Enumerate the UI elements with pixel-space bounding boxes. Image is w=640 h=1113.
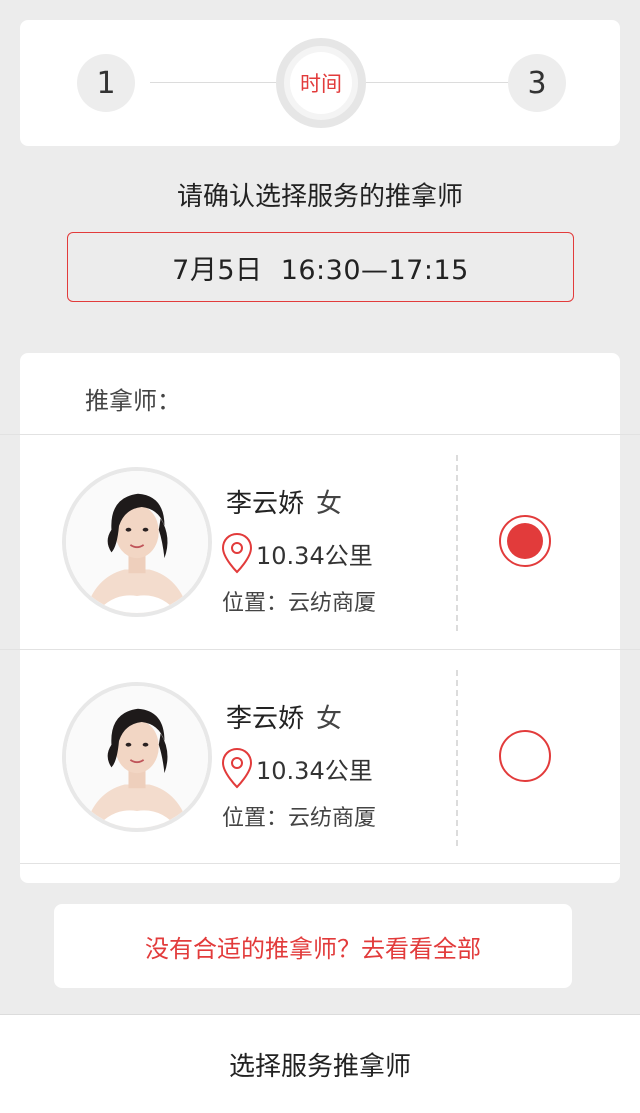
select-therapist-button[interactable]: 选择服务推拿师 bbox=[0, 1014, 640, 1113]
therapist-avatar bbox=[62, 467, 212, 617]
therapist-row[interactable]: 李云娇女 10.34公里 位置：云纺商厦 bbox=[20, 650, 620, 864]
therapist-name-line: 李云娇女 bbox=[226, 698, 342, 735]
therapist-avatar bbox=[62, 682, 212, 832]
map-pin-icon bbox=[221, 747, 253, 789]
row-vertical-divider bbox=[456, 670, 458, 846]
map-pin-icon bbox=[221, 532, 253, 574]
stepper-line-left bbox=[150, 82, 276, 83]
therapist-list-card: 推拿师： 李云娇女 10.34公里 位置：云纺商厦 李云娇 女 10.34公里 … bbox=[0, 353, 640, 883]
step-2-active[interactable]: 时间 bbox=[276, 38, 366, 128]
step-2-inner: 时间 bbox=[290, 52, 352, 114]
time-slot-box: 7月5日 16:30—17:15 bbox=[67, 232, 574, 302]
step-2-label: 时间 bbox=[300, 72, 342, 96]
stepper-line-right bbox=[366, 82, 508, 83]
page: 1 时间 3 请确认选择服务的推拿师 7月5日 16:30—17:15 推拿师： bbox=[0, 0, 640, 1113]
step-3-label: 3 bbox=[527, 65, 547, 101]
therapist-location: 位置：云纺商厦 bbox=[222, 806, 377, 831]
therapist-row[interactable]: 李云娇女 10.34公里 位置：云纺商厦 bbox=[20, 435, 620, 649]
therapist-distance: 10.34公里 bbox=[220, 746, 373, 790]
row-divider bbox=[20, 863, 620, 864]
step-1-label: 1 bbox=[96, 65, 116, 101]
row-vertical-divider bbox=[456, 455, 458, 631]
confirm-title: 请确认选择服务的推拿师 bbox=[176, 182, 463, 212]
step-3[interactable]: 3 bbox=[508, 54, 566, 112]
step-1[interactable]: 1 bbox=[77, 54, 135, 112]
therapist-distance: 10.34公里 bbox=[220, 531, 373, 575]
therapist-gender: 女 bbox=[316, 704, 343, 734]
view-all-therapists-link[interactable]: 没有合适的推拿师？去看看全部 bbox=[54, 904, 572, 988]
therapist-name: 李云娇 bbox=[226, 704, 305, 734]
therapist-select-radio[interactable] bbox=[499, 515, 551, 567]
avatar-portrait bbox=[66, 471, 208, 613]
time-slot-text: 7月5日 16:30—17:15 bbox=[172, 254, 469, 286]
therapist-select-radio[interactable] bbox=[499, 730, 551, 782]
select-therapist-label: 选择服务推拿师 bbox=[228, 1051, 411, 1082]
distance-text: 10.34公里 bbox=[256, 756, 373, 785]
avatar-portrait bbox=[66, 686, 208, 828]
therapist-location: 位置：云纺商厦 bbox=[222, 591, 377, 616]
radio-checked-icon bbox=[507, 523, 543, 559]
distance-text: 10.34公里 bbox=[256, 541, 373, 570]
therapist-gender: 女 bbox=[316, 489, 343, 519]
therapist-name: 李云娇 bbox=[226, 489, 305, 519]
stepper-card: 1 时间 3 bbox=[20, 20, 620, 146]
therapist-name-line: 李云娇女 bbox=[226, 483, 342, 520]
list-header: 推拿师： bbox=[85, 387, 181, 415]
